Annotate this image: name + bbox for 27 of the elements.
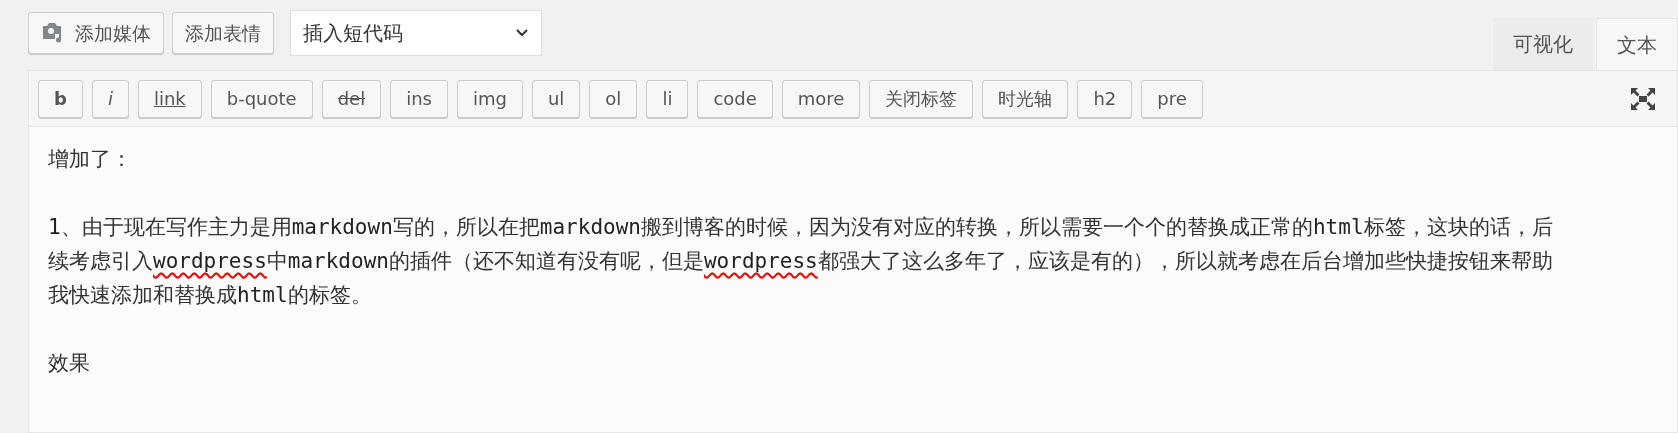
quicktag-button[interactable]: ins: [390, 79, 448, 118]
quicktag-button[interactable]: 关闭标签: [869, 79, 974, 118]
paragraph: 增加了：: [48, 146, 133, 173]
paragraph: 1、由于现在写作主力是用markdown写的，所以在把markdown搬到博客的时候，因为没有对应的转换，所以需要一个个的替换成正常的html标签，这块的话，后 续考虑引入wordpress中markdown的插件（还不知道有没有呢，但是wordpress都强大了这么多年了，应该是有的），所以就考虑在后台增加些快捷按钮来帮助 我快速添加和替换成html的标签。: [48, 214, 1554, 309]
quicktag-button[interactable]: 时光轴: [982, 79, 1069, 118]
shortcode-select[interactable]: 插入短代码: [290, 10, 542, 56]
quicktag-button[interactable]: b: [38, 79, 83, 118]
mode-tab[interactable]: 可视化: [1493, 18, 1593, 70]
quicktag-button[interactable]: link: [137, 79, 202, 118]
paragraph: 效果: [48, 350, 91, 377]
add-emoji-button[interactable]: 添加表情: [172, 12, 274, 54]
quicktag-button[interactable]: del: [321, 79, 382, 118]
mode-tab[interactable]: 文本: [1596, 18, 1678, 70]
add-media-button[interactable]: 添加媒体: [28, 12, 164, 54]
quicktag-button[interactable]: code: [697, 79, 773, 118]
quicktag-button[interactable]: b-quote: [210, 79, 313, 118]
quicktag-button[interactable]: i: [91, 79, 129, 118]
fullscreen-icon[interactable]: [1630, 86, 1656, 111]
quicktag-button[interactable]: ul: [531, 79, 581, 118]
quicktag-button[interactable]: li: [646, 79, 689, 118]
quicktag-button[interactable]: pre: [1141, 79, 1203, 118]
text-editor-area[interactable]: 增加了： 1、由于现在写作主力是用markdown写的，所以在把markdown搬到博客的时候，因为没有对应的转换，所以需要一个个的替换成正常的html标签，这块的话，后 续考虑引入wordpress中markdown的插件（还不知道有没有呢，但是wordpress都强大了这么多年了，应该是有的），所以就考虑在后台增加些快捷按钮来帮助 我快速添加和替换成html的标签。 效果: [29, 127, 1677, 432]
chevron-down-icon: [515, 28, 529, 38]
quicktag-button[interactable]: h2: [1077, 79, 1133, 118]
quicktag-button[interactable]: ol: [589, 79, 638, 118]
quicktag-button[interactable]: more: [781, 79, 861, 118]
quicktag-button[interactable]: img: [456, 79, 523, 118]
